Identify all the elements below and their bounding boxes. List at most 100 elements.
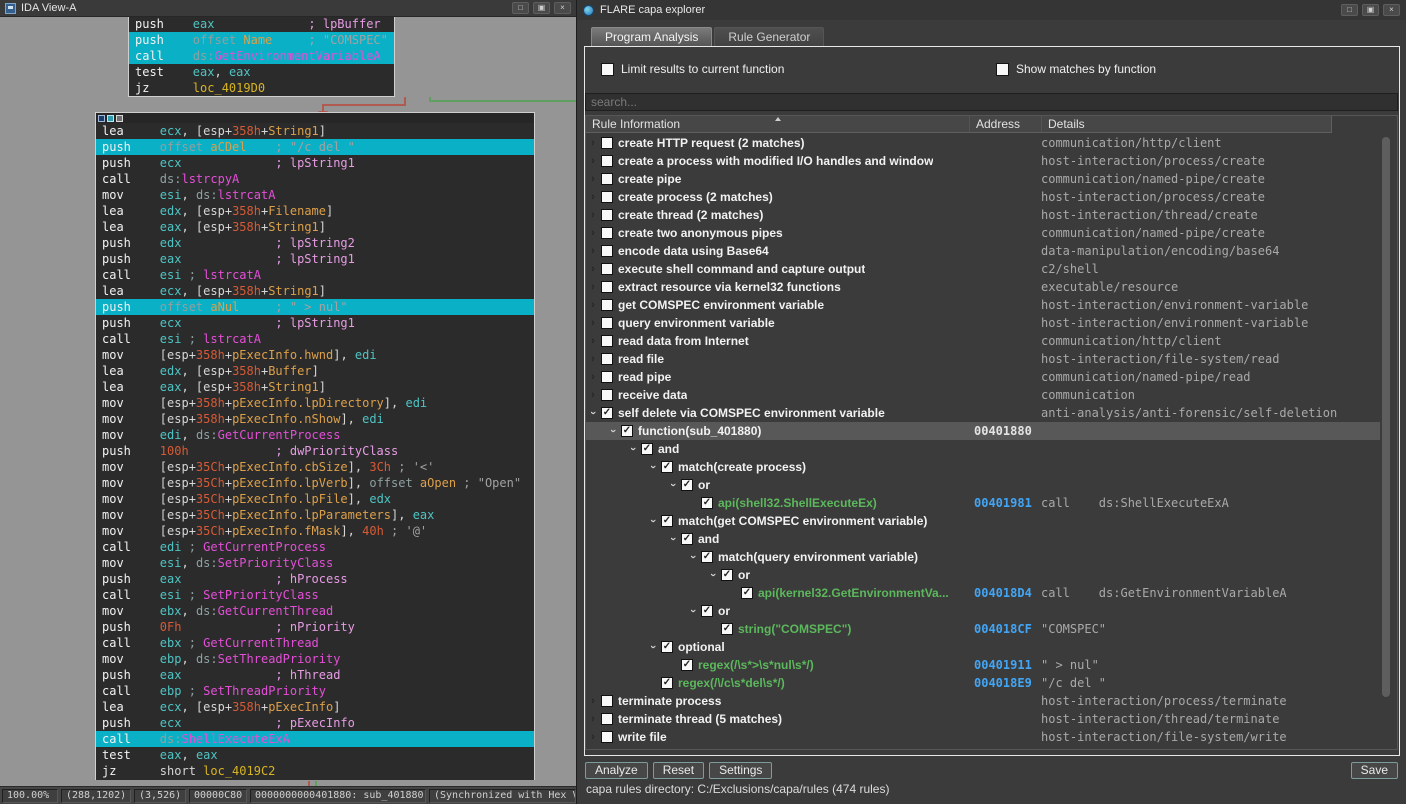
- asm-line[interactable]: push eax ; hProcess: [96, 571, 534, 587]
- expand-caret-icon[interactable]: ›: [587, 728, 599, 746]
- capa-tree-row[interactable]: › ✓ or: [585, 566, 1380, 584]
- capa-tree-row[interactable]: › ✓ function(sub_401880) 00401880: [585, 422, 1380, 440]
- search-input[interactable]: [585, 93, 1398, 111]
- capa-rule-row[interactable]: › execute shell command and capture outpu…: [585, 260, 1380, 278]
- column-header-rule-information[interactable]: Rule Information: [586, 116, 970, 132]
- restore-button[interactable]: □: [512, 2, 529, 14]
- row-checkbox[interactable]: [601, 263, 613, 275]
- capa-rule-row[interactable]: › terminate thread (5 matches) host-intera…: [585, 710, 1380, 728]
- capa-rule-row[interactable]: › read file host-interaction/file-system/r…: [585, 350, 1380, 368]
- capa-tree-row[interactable]: › ✓ match(query environment variable): [585, 548, 1380, 566]
- row-checkbox[interactable]: ✓: [701, 497, 713, 509]
- capa-tree-row[interactable]: › ✓ or: [585, 476, 1380, 494]
- column-header-details[interactable]: Details: [1042, 116, 1331, 132]
- asm-line[interactable]: lea eax, [esp+358h+String1]: [96, 379, 534, 395]
- expand-caret-icon[interactable]: ›: [587, 170, 599, 188]
- capa-tree-row[interactable]: › ✓ and: [585, 530, 1380, 548]
- row-checkbox[interactable]: ✓: [701, 551, 713, 563]
- row-checkbox[interactable]: ✓: [681, 659, 693, 671]
- asm-line[interactable]: mov [esp+358h+pExecInfo.lpDirectory], ed…: [96, 395, 534, 411]
- pin-button[interactable]: ▣: [1362, 4, 1379, 16]
- close-button[interactable]: ×: [1383, 4, 1400, 16]
- asm-line[interactable]: mov [esp+35Ch+pExecInfo.fMask], 40h ; '@…: [96, 523, 534, 539]
- expand-caret-icon[interactable]: ›: [587, 692, 599, 710]
- expand-caret-icon[interactable]: ›: [644, 461, 662, 473]
- capa-rule-row[interactable]: › create pipe communication/named-pipe/cre…: [585, 170, 1380, 188]
- row-checkbox[interactable]: [601, 173, 613, 185]
- expand-caret-icon[interactable]: ›: [664, 533, 682, 545]
- asm-line[interactable]: test eax, eax: [129, 64, 394, 80]
- row-checkbox[interactable]: [601, 155, 613, 167]
- asm-line[interactable]: mov esi, ds:SetPriorityClass: [96, 555, 534, 571]
- row-checkbox[interactable]: ✓: [701, 605, 713, 617]
- capa-tree-row[interactable]: ✓ regex(/\/c\s*del\s*/) 004018E9 "/c del ": [585, 674, 1380, 692]
- capa-rule-row[interactable]: › receive data communication: [585, 386, 1380, 404]
- show-matches-checkbox[interactable]: [996, 62, 1009, 76]
- asm-line[interactable]: push edx ; lpString2: [96, 235, 534, 251]
- asm-line[interactable]: mov esi, ds:lstrcatA: [96, 187, 534, 203]
- row-checkbox[interactable]: ✓: [681, 533, 693, 545]
- ida-titlebar[interactable]: IDA View-A □ ▣ ×: [0, 0, 576, 17]
- capa-rule-row[interactable]: › get COMSPEC environment variable host-in…: [585, 296, 1380, 314]
- asm-line[interactable]: call ds:ShellExecuteExA: [96, 731, 534, 747]
- capa-rule-row[interactable]: › create thread (2 matches) host-interacti…: [585, 206, 1380, 224]
- column-header-address[interactable]: Address: [970, 116, 1042, 132]
- capa-titlebar[interactable]: FLARE capa explorer □ ▣ ×: [577, 0, 1406, 20]
- capa-tree-row[interactable]: ✓ api(kernel32.GetEnvironmentVa... 004018D…: [585, 584, 1380, 602]
- analyze-button[interactable]: Analyze: [585, 762, 648, 779]
- expand-caret-icon[interactable]: ›: [587, 386, 599, 404]
- row-checkbox[interactable]: ✓: [601, 407, 613, 419]
- expand-caret-icon[interactable]: ›: [587, 260, 599, 278]
- capa-rule-row[interactable]: › read data from Internet communication/ht…: [585, 332, 1380, 350]
- pin-button[interactable]: ▣: [533, 2, 550, 14]
- asm-line[interactable]: mov [esp+35Ch+pExecInfo.lpFile], edx: [96, 491, 534, 507]
- asm-line[interactable]: mov [esp+35Ch+pExecInfo.lpVerb], offset …: [96, 475, 534, 491]
- vertical-scrollbar[interactable]: [1382, 137, 1390, 697]
- row-checkbox[interactable]: ✓: [661, 641, 673, 653]
- asm-line[interactable]: push ecx ; lpString1: [96, 315, 534, 331]
- capa-rule-row[interactable]: › write file host-interaction/file-system/…: [585, 728, 1380, 746]
- capa-tree-row[interactable]: › ✓ match(create process): [585, 458, 1380, 476]
- capa-rule-row[interactable]: › encode data using Base64 data-manipulati…: [585, 242, 1380, 260]
- row-checkbox[interactable]: ✓: [661, 677, 673, 689]
- limit-results-checkbox[interactable]: [601, 62, 614, 76]
- expand-caret-icon[interactable]: ›: [587, 242, 599, 260]
- asm-line[interactable]: push eax ; hThread: [96, 667, 534, 683]
- asm-line[interactable]: lea eax, [esp+358h+String1]: [96, 219, 534, 235]
- asm-line[interactable]: push 100h ; dwPriorityClass: [96, 443, 534, 459]
- asm-line[interactable]: mov [esp+358h+pExecInfo.nShow], edi: [96, 411, 534, 427]
- expand-caret-icon[interactable]: ›: [587, 278, 599, 296]
- reset-button[interactable]: Reset: [652, 762, 705, 779]
- restore-button[interactable]: □: [1341, 4, 1358, 16]
- asm-line[interactable]: push offset Name ; "COMSPEC": [129, 32, 394, 48]
- row-checkbox[interactable]: ✓: [641, 443, 653, 455]
- row-checkbox[interactable]: [601, 353, 613, 365]
- row-checkbox[interactable]: ✓: [621, 425, 633, 437]
- row-checkbox[interactable]: [601, 191, 613, 203]
- expand-caret-icon[interactable]: ›: [684, 605, 702, 617]
- asm-line[interactable]: lea ecx, [esp+358h+String1]: [96, 283, 534, 299]
- asm-line[interactable]: mov [esp+35Ch+pExecInfo.cbSize], 3Ch ; '…: [96, 459, 534, 475]
- asm-line[interactable]: lea ecx, [esp+358h+String1]: [96, 123, 534, 139]
- row-checkbox[interactable]: [601, 227, 613, 239]
- expand-caret-icon[interactable]: ›: [587, 332, 599, 350]
- ida-graph-view[interactable]: push eax ; lpBuffer push offset Name ; "C…: [0, 17, 576, 786]
- tab-rule-generator[interactable]: Rule Generator: [714, 27, 825, 46]
- asm-line[interactable]: push eax ; lpString1: [96, 251, 534, 267]
- expand-caret-icon[interactable]: ›: [624, 443, 642, 455]
- row-checkbox[interactable]: [601, 299, 613, 311]
- asm-line[interactable]: call ds:lstrcpyA: [96, 171, 534, 187]
- asm-line[interactable]: push eax ; lpBuffer: [129, 17, 394, 32]
- expand-caret-icon[interactable]: ›: [664, 479, 682, 491]
- asm-line[interactable]: mov [esp+35Ch+pExecInfo.lpParameters], e…: [96, 507, 534, 523]
- asm-line[interactable]: call ds:GetEnvironmentVariableA: [129, 48, 394, 64]
- capa-rule-row[interactable]: › create process (2 matches) host-interact…: [585, 188, 1380, 206]
- capa-rule-row[interactable]: › terminate process host-interaction/proce…: [585, 692, 1380, 710]
- expand-caret-icon[interactable]: ›: [644, 641, 662, 653]
- row-checkbox[interactable]: [601, 389, 613, 401]
- row-checkbox[interactable]: [601, 695, 613, 707]
- capa-tree-row[interactable]: ✓ regex(/\s*>\s*nul\s*/) 00401911 " > nul": [585, 656, 1380, 674]
- asm-line[interactable]: lea ecx, [esp+358h+pExecInfo]: [96, 699, 534, 715]
- asm-line[interactable]: call esi ; SetPriorityClass: [96, 587, 534, 603]
- asm-line[interactable]: push ecx ; pExecInfo: [96, 715, 534, 731]
